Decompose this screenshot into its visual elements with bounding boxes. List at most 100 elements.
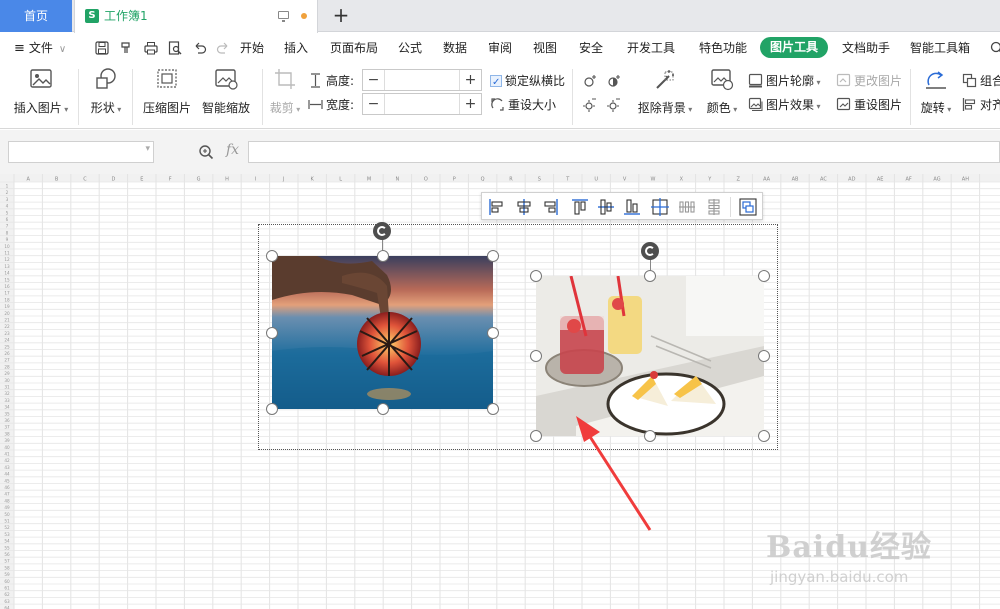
resize-handle[interactable] [266, 403, 278, 415]
row-header[interactable]: 51 [4, 519, 10, 524]
row-header[interactable]: 33 [4, 398, 10, 403]
tab-workbook[interactable]: S 工作簿1 [74, 0, 318, 33]
brightness-down-icon[interactable] [582, 97, 598, 113]
row-header[interactable]: 15 [4, 277, 10, 282]
zoom-icon[interactable] [198, 144, 214, 160]
distribute-vertical-icon[interactable] [704, 197, 724, 217]
row-header[interactable]: 53 [4, 532, 10, 537]
menu-page-layout[interactable]: 页面布局 [330, 33, 378, 63]
row-header[interactable]: 21 [4, 318, 10, 323]
row-header[interactable]: 42 [4, 458, 10, 463]
contrast-down-icon[interactable] [606, 97, 622, 113]
row-header[interactable]: 27 [4, 358, 10, 363]
row-header[interactable]: 39 [4, 438, 10, 443]
row-header[interactable]: 24 [4, 338, 10, 343]
combine-button[interactable]: 组合 [962, 71, 1000, 91]
picture-lantern[interactable] [272, 256, 493, 409]
menu-picture-tools[interactable]: 图片工具 [760, 37, 829, 58]
row-header[interactable]: 41 [4, 452, 10, 457]
row-header[interactable]: 36 [4, 418, 10, 423]
row-header[interactable]: 30 [4, 378, 10, 383]
resize-handle[interactable] [758, 430, 770, 442]
row-header[interactable]: 50 [4, 512, 10, 517]
picture-effects-button[interactable]: 图片效果 ▾ [748, 95, 821, 115]
redo-icon[interactable] [216, 41, 230, 55]
resize-handle[interactable] [266, 250, 278, 262]
row-header[interactable]: 57 [4, 559, 10, 564]
reset-picture-button[interactable]: 重设图片 [836, 95, 902, 115]
row-header[interactable]: 60 [4, 579, 10, 584]
row-header[interactable]: 46 [4, 485, 10, 490]
resize-handle[interactable] [487, 403, 499, 415]
row-header[interactable]: 17 [4, 291, 10, 296]
menu-security[interactable]: 安全 [579, 33, 603, 63]
resize-handle[interactable] [487, 250, 499, 262]
resize-handle[interactable] [758, 270, 770, 282]
menu-data[interactable]: 数据 [443, 33, 467, 63]
resize-handle[interactable] [376, 403, 389, 415]
align-right-icon[interactable] [540, 197, 560, 217]
row-header[interactable]: 22 [4, 324, 10, 329]
row-header[interactable]: 58 [4, 565, 10, 570]
menu-doc-assistant[interactable]: 文档助手 [842, 33, 890, 63]
row-header[interactable]: 48 [4, 498, 10, 503]
row-header[interactable]: 43 [4, 465, 10, 470]
row-header[interactable]: 10 [4, 244, 10, 249]
row-header[interactable]: 54 [4, 539, 10, 544]
align-top-icon[interactable] [570, 197, 590, 217]
group-objects-icon[interactable] [738, 197, 758, 217]
menu-review[interactable]: 审阅 [488, 33, 512, 63]
row-header[interactable]: 61 [4, 586, 10, 591]
row-header[interactable]: 62 [4, 592, 10, 597]
row-header[interactable]: 38 [4, 431, 10, 436]
rotate-button[interactable]: 旋转 ▾ [918, 67, 954, 116]
row-header[interactable]: 9 [6, 237, 9, 242]
rotate-handle-icon[interactable] [373, 222, 391, 240]
monitor-icon[interactable] [278, 11, 289, 22]
formula-input[interactable] [248, 141, 1000, 163]
align-button[interactable]: 对齐 [962, 95, 1000, 115]
row-header[interactable]: 3 [6, 197, 9, 202]
width-increase-button[interactable]: + [459, 94, 481, 114]
row-header[interactable]: 52 [4, 525, 10, 530]
row-header[interactable]: 26 [4, 351, 10, 356]
row-header[interactable]: 13 [4, 264, 10, 269]
row-header[interactable]: 6 [6, 217, 9, 222]
print-icon[interactable] [144, 41, 158, 55]
resize-handle[interactable] [758, 350, 770, 362]
row-header[interactable]: 4 [6, 204, 9, 209]
height-spinner[interactable]: − + [362, 69, 482, 91]
change-picture-button[interactable]: 更改图片 [836, 71, 902, 91]
lock-ratio-checkbox[interactable]: 锁定纵横比 [490, 71, 565, 93]
format-painter-icon[interactable] [119, 41, 133, 55]
crop-button[interactable]: 裁剪 ▾ [268, 67, 302, 116]
row-header[interactable]: 35 [4, 411, 10, 416]
resize-handle[interactable] [644, 270, 656, 282]
color-button[interactable]: 颜色 ▾ [704, 67, 740, 116]
row-header[interactable]: 31 [4, 385, 10, 390]
print-preview-icon[interactable] [168, 41, 182, 55]
new-tab-button[interactable]: + [330, 3, 352, 29]
row-header[interactable]: 12 [4, 257, 10, 262]
remove-background-button[interactable]: 抠除背景 ▾ [636, 67, 694, 116]
menu-smart-toolbox[interactable]: 智能工具箱 [910, 33, 970, 63]
align-left-icon[interactable] [487, 197, 507, 217]
align-middle-icon[interactable] [596, 197, 616, 217]
row-header[interactable]: 19 [4, 304, 10, 309]
row-header[interactable]: 11 [4, 251, 10, 256]
row-header[interactable]: 23 [4, 331, 10, 336]
height-increase-button[interactable]: + [459, 70, 481, 90]
width-decrease-button[interactable]: − [363, 94, 385, 114]
resize-handle[interactable] [530, 270, 542, 282]
reset-size-button[interactable]: 重设大小 [490, 95, 556, 115]
save-icon[interactable] [95, 41, 109, 55]
row-header[interactable]: 37 [4, 425, 10, 430]
rotate-handle-icon[interactable] [641, 242, 659, 260]
menu-start[interactable]: 开始 [240, 33, 264, 63]
resize-handle[interactable] [487, 326, 499, 339]
tab-home[interactable]: 首页 [0, 0, 72, 32]
width-spinner[interactable]: − + [362, 93, 482, 115]
file-menu[interactable]: ≡ 文件 ∨ [14, 33, 66, 63]
insert-picture-button[interactable]: 插入图片 ▾ [12, 67, 70, 116]
align-bottom-icon[interactable] [622, 197, 642, 217]
